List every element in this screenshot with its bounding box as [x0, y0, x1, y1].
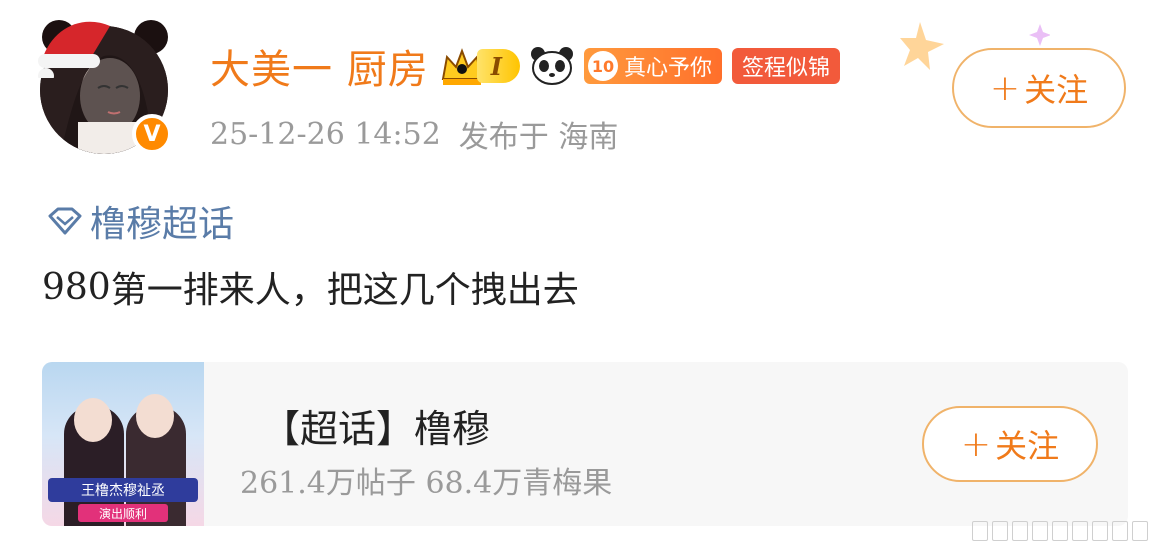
panda-icon [530, 47, 573, 85]
supertopic-card[interactable]: 王橹杰穆祉丞 演出顺利 【超话】橹穆 261.4万帖子 68.4万青梅果 + 关… [42, 362, 1128, 526]
custom-tag-badge[interactable]: 签程似锦 [731, 48, 840, 84]
supertopic-card-title: 【超话】橹穆 [262, 407, 491, 451]
fan-badge-label: 真心予你 [623, 56, 712, 81]
supertopic-follow-button[interactable]: + 关注 [922, 406, 1098, 482]
supertopic-link[interactable]: 橹穆超话 [46, 196, 234, 246]
author-name-row: 大美一 厨房 I 10 真心予你 签程似锦 [210, 37, 840, 95]
plus-icon: + [989, 67, 1021, 109]
post-location: 发布于 海南 [458, 120, 619, 155]
post-body: 980 第一排来人，把这几个拽出去 [42, 262, 579, 312]
author-avatar[interactable]: V [38, 18, 174, 158]
posts-count: 261.4 [240, 466, 326, 501]
posts-label: 万帖子 [325, 466, 416, 501]
fan-heart-badge[interactable]: 10 真心予你 [583, 48, 722, 84]
santa-hat-icon [38, 21, 110, 78]
post-timestamp: 25-12-26 14:52 [210, 116, 441, 152]
post-body-text: 第一排来人，把这几个拽出去 [110, 270, 579, 311]
fans-count: 68.4 [425, 466, 493, 501]
plus-icon: + [960, 423, 992, 465]
post-body-number: 980 [42, 266, 111, 308]
vip-level-label: I [476, 49, 520, 83]
watermark [972, 519, 1148, 543]
verified-icon: V [132, 114, 172, 154]
fans-label: 万青梅果 [492, 466, 613, 501]
thumbnail-banner: 王橹杰穆祉丞 [48, 478, 198, 502]
thumbnail-face-left [74, 398, 112, 442]
supertopic-card-stats: 261.4万帖子 68.4万青梅果 [240, 458, 612, 502]
thumbnail-face-right [136, 394, 174, 438]
follow-button[interactable]: + 关注 [952, 48, 1126, 128]
thumbnail-subbanner: 演出顺利 [78, 504, 168, 522]
supertopic-thumbnail: 王橹杰穆祉丞 演出顺利 [42, 362, 204, 526]
post-meta: 25-12-26 14:52 发布于 海南 [210, 112, 618, 156]
fan-level-number: 10 [587, 51, 618, 81]
supertopic-follow-label: 关注 [995, 427, 1060, 465]
author-name[interactable]: 大美一 厨房 [210, 37, 429, 95]
supertopic-name: 橹穆超话 [90, 204, 235, 245]
vip-level-badge[interactable]: I [439, 45, 520, 87]
supertopic-diamond-icon [48, 207, 82, 235]
follow-button-label: 关注 [1024, 71, 1089, 109]
